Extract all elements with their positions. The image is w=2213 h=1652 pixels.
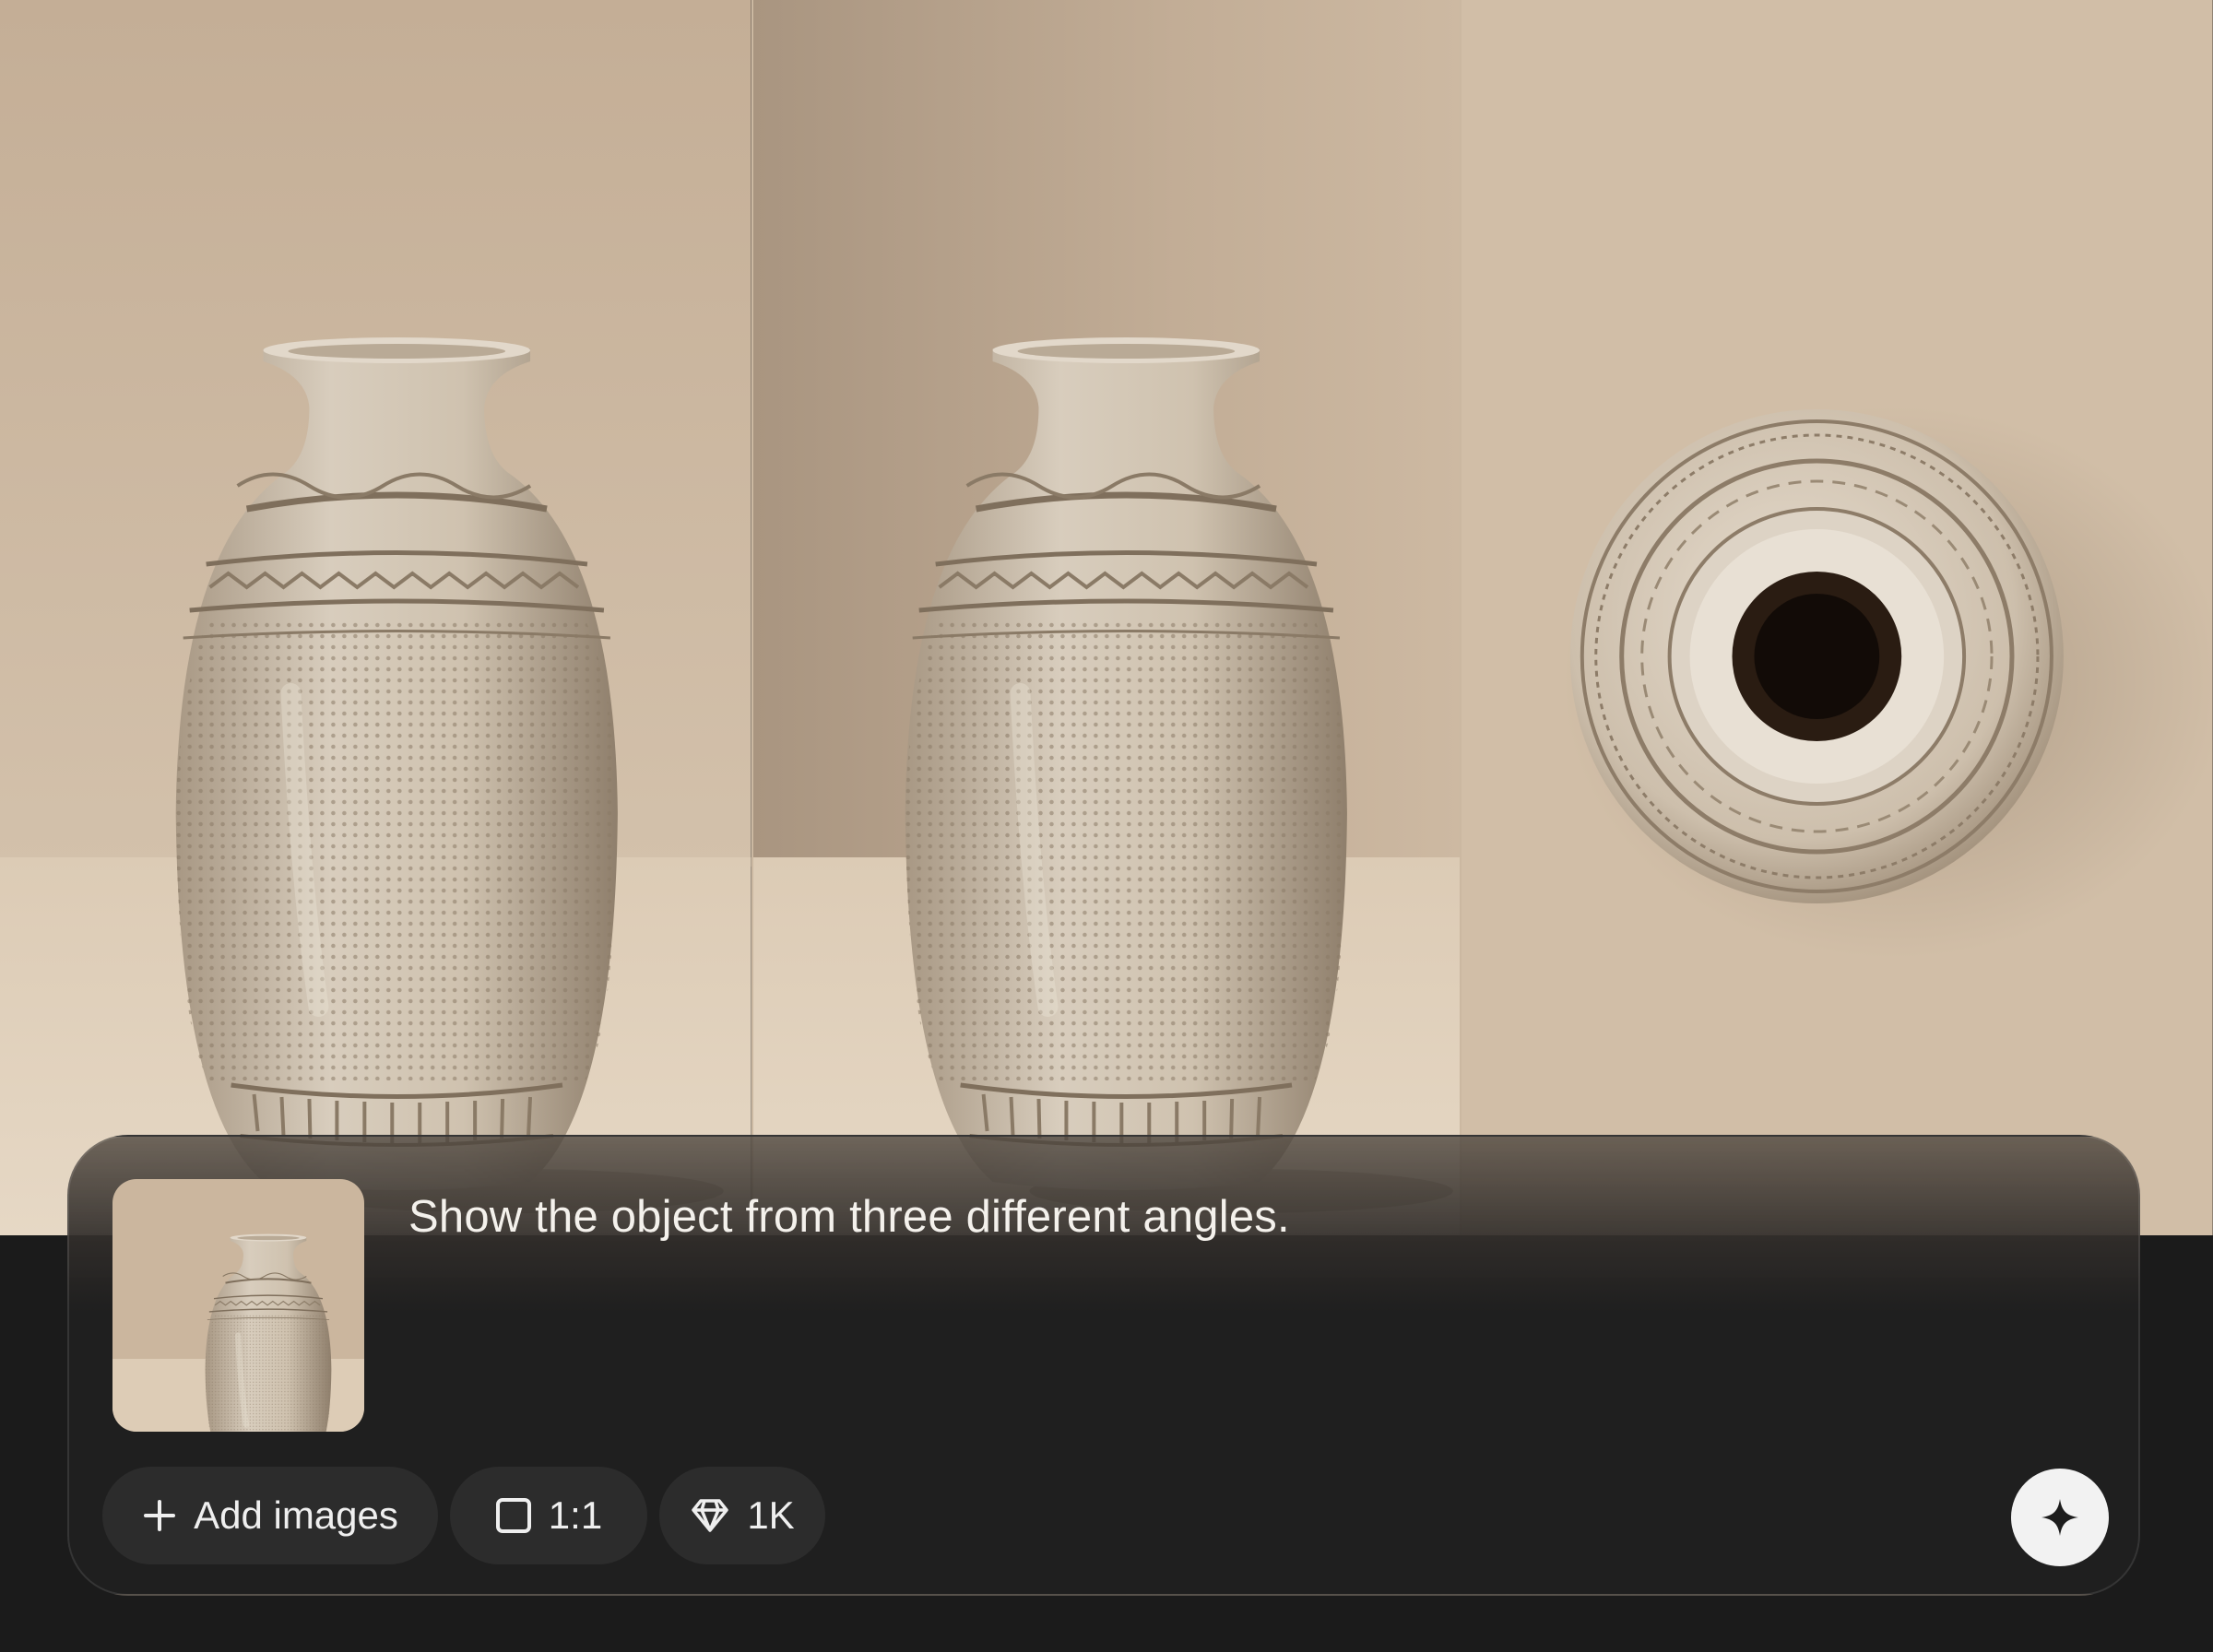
resolution-button[interactable]: 1K [659, 1467, 825, 1564]
generated-image-top[interactable] [1460, 0, 2213, 1235]
prompt-text[interactable]: Show the object from three different ang… [408, 1188, 1290, 1247]
sparkle-icon [2041, 1499, 2078, 1536]
aspect-ratio-button[interactable]: 1:1 [450, 1467, 647, 1564]
generated-image-front-2[interactable] [751, 0, 1461, 1235]
vase-image [0, 0, 751, 1235]
reference-image-thumbnail[interactable] [112, 1179, 364, 1432]
generate-button[interactable] [2011, 1469, 2109, 1566]
resolution-label: 1K [747, 1493, 795, 1537]
plus-icon [144, 1500, 176, 1531]
add-images-button[interactable]: Add images [102, 1467, 438, 1564]
image-gallery [0, 0, 2213, 1235]
aspect-ratio-label: 1:1 [548, 1493, 603, 1537]
vase-image [752, 0, 1461, 1235]
diamond-icon [692, 1499, 729, 1532]
generated-image-front-1[interactable] [0, 0, 751, 1235]
prompt-composer: Show the object from three different ang… [67, 1135, 2140, 1596]
vase-thumbnail [112, 1179, 364, 1432]
add-images-label: Add images [194, 1493, 398, 1537]
square-icon [495, 1498, 531, 1533]
vase-top-image [1462, 0, 2213, 1235]
